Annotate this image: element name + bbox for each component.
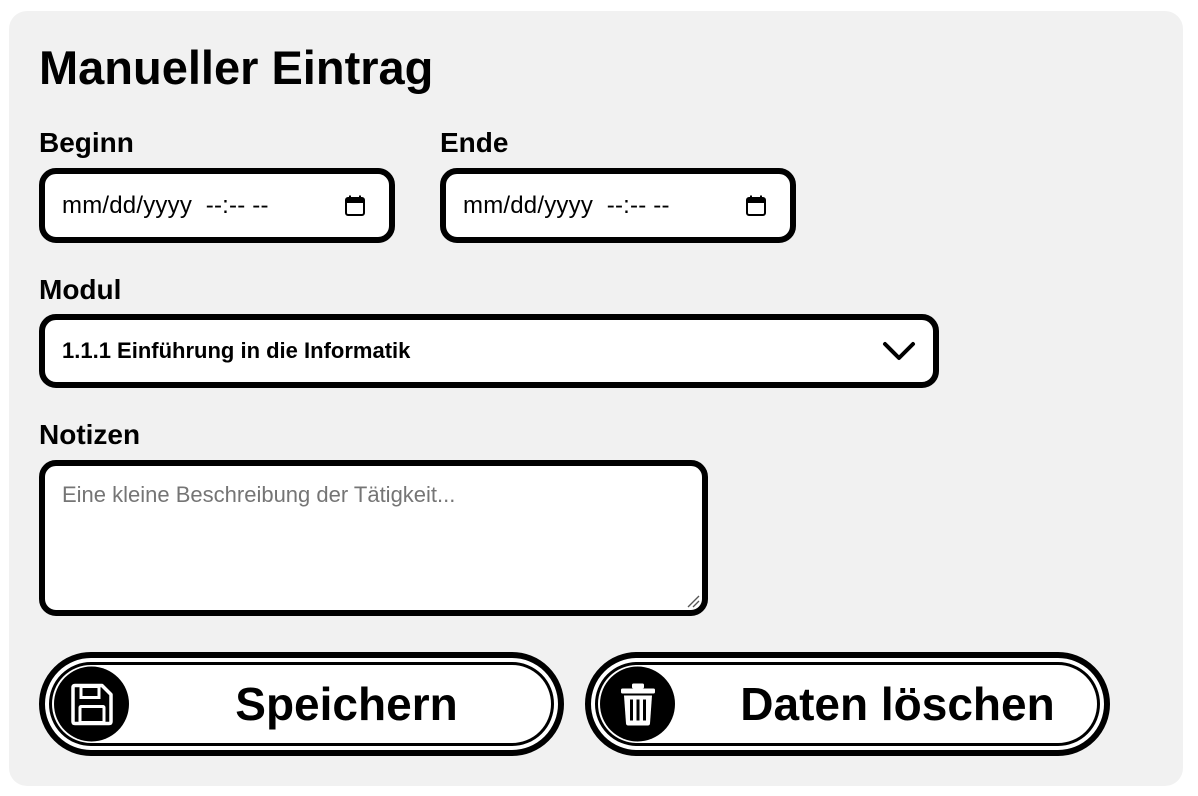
- begin-label: Beginn: [39, 127, 134, 158]
- module-label: Modul: [39, 274, 122, 305]
- begin-datetime-value: mm/dd/yyyy --:-- --: [62, 191, 269, 219]
- resize-handle-icon[interactable]: [686, 594, 700, 608]
- notes-textarea[interactable]: Eine kleine Beschreibung der Tätigkeit..…: [39, 460, 708, 616]
- end-label: Ende: [440, 127, 509, 158]
- delete-data-button[interactable]: Daten löschen: [585, 652, 1110, 756]
- end-datetime-value: mm/dd/yyyy --:-- --: [463, 191, 670, 219]
- save-button[interactable]: Speichern: [39, 652, 564, 756]
- module-selected-value: 1.1.1 Einführung in die Informatik: [62, 338, 411, 363]
- chevron-down-icon: [883, 342, 915, 360]
- page-title: Manueller Eintrag: [39, 41, 434, 94]
- module-select[interactable]: 1.1.1 Einführung in die Informatik: [39, 314, 939, 388]
- trash-icon: [600, 666, 675, 742]
- end-datetime-input[interactable]: mm/dd/yyyy --:-- --: [440, 168, 796, 243]
- calendar-icon[interactable]: [744, 194, 768, 218]
- calendar-icon[interactable]: [343, 194, 367, 218]
- save-button-label: Speichern: [235, 678, 458, 730]
- floppy-disk-icon: [54, 666, 129, 742]
- notes-label: Notizen: [39, 419, 141, 450]
- delete-button-label: Daten löschen: [740, 678, 1055, 730]
- begin-datetime-input[interactable]: mm/dd/yyyy --:-- --: [39, 168, 395, 243]
- notes-placeholder: Eine kleine Beschreibung der Tätigkeit..…: [62, 482, 456, 507]
